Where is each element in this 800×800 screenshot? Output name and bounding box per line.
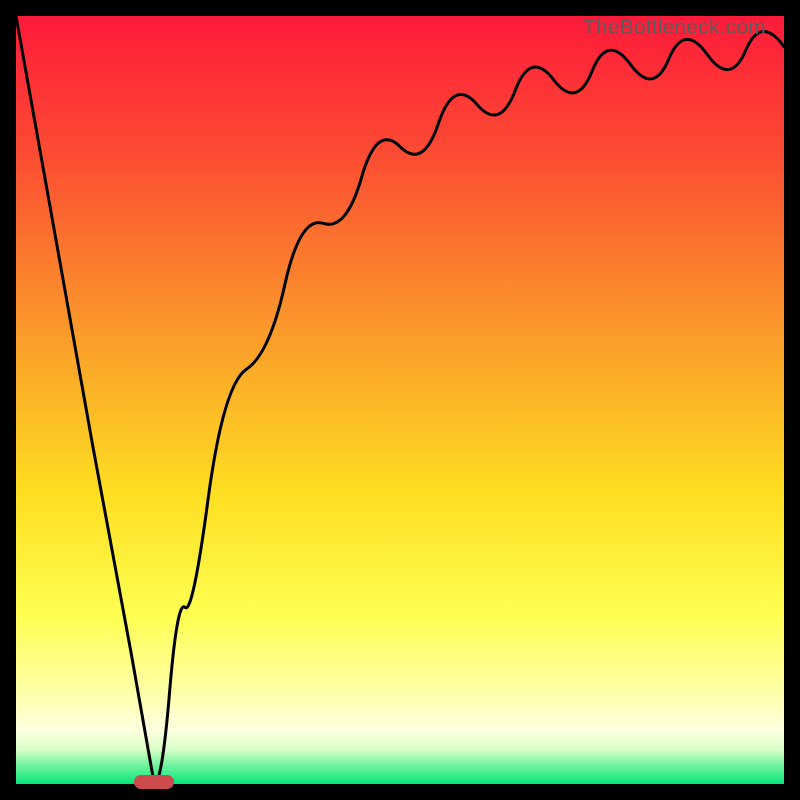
chart-frame: TheBottleneck.com <box>16 16 784 784</box>
watermark-text: TheBottleneck.com <box>583 16 766 40</box>
plot-area <box>16 16 784 784</box>
gradient-background <box>16 16 784 784</box>
optimal-marker <box>134 775 174 789</box>
